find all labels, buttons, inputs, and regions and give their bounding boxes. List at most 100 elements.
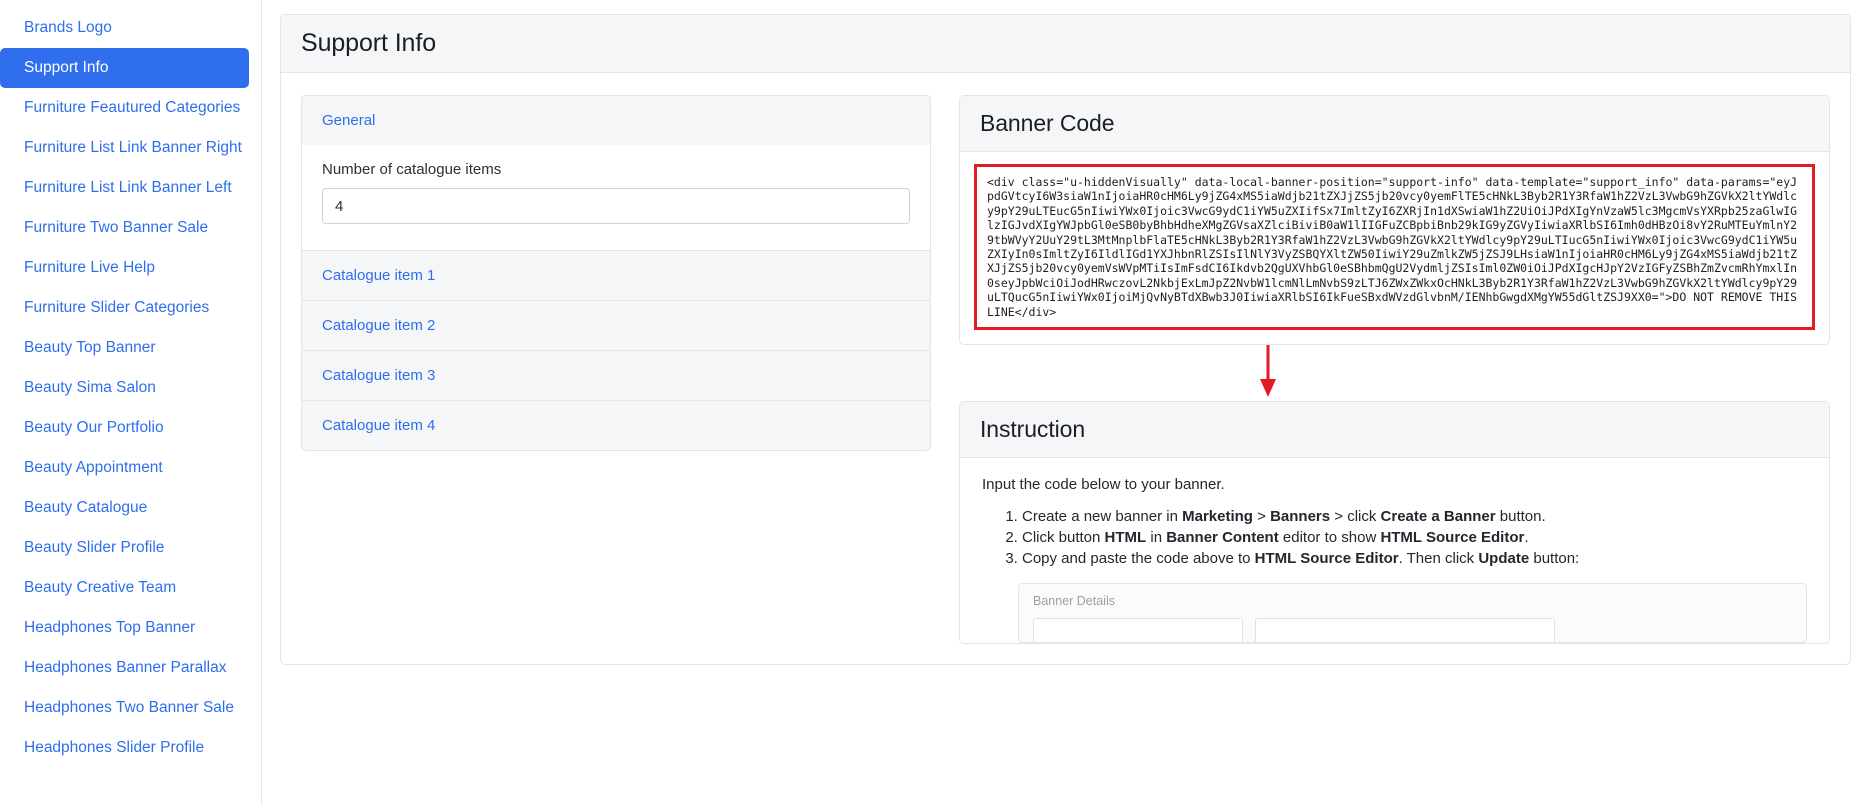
catalogue-items-label: Number of catalogue items (322, 161, 502, 178)
left-column: General Number of catalogue items Catalo… (301, 95, 947, 644)
banner-details-field-left[interactable] (1033, 618, 1243, 643)
sidebar-item-headphones-slider-profile[interactable]: Headphones Slider Profile (0, 728, 249, 768)
sidebar-item-label: Beauty Top Banner (24, 339, 156, 356)
support-info-card: Support Info General Number of catalogue… (280, 14, 1851, 666)
accordion-item-catalogue-1[interactable]: Catalogue item 1 (302, 250, 930, 300)
banner-code-body: <div class="u-hiddenVisually" data-local… (960, 152, 1829, 344)
instruction-steps-list: Create a new banner in Marketing > Banne… (982, 507, 1807, 569)
instruction-step-1: Create a new banner in Marketing > Banne… (1022, 507, 1807, 527)
sidebar-item-beauty-appointment[interactable]: Beauty Appointment (0, 448, 249, 488)
instruction-emphasis: Banners (1270, 508, 1331, 526)
sidebar-item-label: Furniture Live Help (24, 259, 155, 276)
instruction-body: Input the code below to your banner. Cre… (960, 458, 1829, 644)
instruction-text: Click button (1022, 529, 1105, 547)
sidebar-item-label: Beauty Creative Team (24, 579, 177, 596)
page-header: Support Info (281, 15, 1850, 73)
accordion-item-catalogue-2[interactable]: Catalogue item 2 (302, 300, 930, 350)
instruction-text: > (1252, 508, 1271, 526)
sidebar-item-brands-logo[interactable]: Brands Logo (0, 8, 249, 48)
sidebar-item-headphones-two-banner-sale[interactable]: Headphones Two Banner Sale (0, 688, 249, 728)
sidebar-item-beauty-catalogue[interactable]: Beauty Catalogue (0, 488, 249, 528)
instruction-emphasis: Create a Banner (1380, 508, 1496, 526)
banner-details-preview: Banner Details (1018, 583, 1807, 644)
card-body: General Number of catalogue items Catalo… (281, 73, 1850, 664)
sidebar-item-headphones-banner-parallax[interactable]: Headphones Banner Parallax (0, 648, 249, 688)
banner-code-text[interactable]: <div class="u-hiddenVisually" data-local… (987, 175, 1802, 319)
instruction-text: . (1524, 529, 1529, 547)
accordion-item-label: Catalogue item 1 (322, 267, 436, 284)
instruction-intro: Input the code below to your banner. (982, 476, 1225, 494)
accordion-item-catalogue-4[interactable]: Catalogue item 4 (302, 400, 930, 450)
sidebar-item-label: Beauty Catalogue (24, 499, 148, 516)
app-root: Brands Logo Support Info Furniture Feautur… (0, 0, 1867, 806)
sidebar-item-label: Beauty Sima Salon (24, 379, 156, 396)
instruction-emphasis: HTML (1104, 529, 1147, 547)
instruction-text: Create a new banner in (1022, 508, 1183, 526)
instruction-text: Copy and paste the code above to (1022, 550, 1255, 568)
page-title: Support Info (301, 29, 437, 57)
accordion-label-general: General (322, 112, 376, 129)
sidebar-item-label: Headphones Two Banner Sale (24, 699, 234, 716)
main-content: Support Info General Number of catalogue… (262, 0, 1867, 806)
banner-details-field-right[interactable] (1255, 618, 1555, 643)
accordion-item-catalogue-3[interactable]: Catalogue item 3 (302, 350, 930, 400)
sidebar-nav: Brands Logo Support Info Furniture Feautur… (0, 0, 262, 806)
banner-code-highlight-box: <div class="u-hiddenVisually" data-local… (974, 164, 1815, 331)
instruction-text: . Then click (1398, 550, 1479, 568)
sidebar-item-label: Beauty Appointment (24, 459, 163, 476)
sidebar-item-label: Headphones Slider Profile (24, 739, 205, 756)
sidebar-item-beauty-sima-salon[interactable]: Beauty Sima Salon (0, 368, 249, 408)
sidebar-item-headphones-top-banner[interactable]: Headphones Top Banner (0, 608, 249, 648)
instruction-step-2: Click button HTML in Banner Content edit… (1022, 528, 1807, 548)
sidebar-item-furniture-live-help[interactable]: Furniture Live Help (0, 248, 249, 288)
instruction-text: editor to show (1278, 529, 1381, 547)
banner-code-title: Banner Code (980, 110, 1115, 136)
sidebar-item-label: Furniture Feautured Categories (24, 99, 241, 116)
instruction-text: button: (1529, 550, 1580, 568)
accordion-item-label: Catalogue item 3 (322, 367, 436, 384)
two-column-layout: General Number of catalogue items Catalo… (301, 95, 1830, 645)
general-accordion: General Number of catalogue items Catalo… (301, 95, 931, 451)
sidebar-item-beauty-top-banner[interactable]: Beauty Top Banner (0, 328, 249, 368)
sidebar-item-furniture-list-link-banner-right[interactable]: Furniture List Link Banner Right (0, 128, 249, 168)
sidebar-item-label: Beauty Slider Profile (24, 539, 165, 556)
sidebar-item-furniture-feautured-categories[interactable]: Furniture Feautured Categories (0, 88, 249, 128)
banner-code-header: Banner Code (960, 96, 1829, 152)
down-arrow-icon (1260, 345, 1276, 398)
instruction-emphasis: Marketing (1182, 508, 1253, 526)
catalogue-items-input[interactable] (322, 188, 910, 224)
accordion-item-label: Catalogue item 2 (322, 317, 436, 334)
sidebar-item-support-info[interactable]: Support Info (0, 48, 249, 88)
general-accordion-body: Number of catalogue items (302, 145, 930, 250)
instruction-text: > click (1330, 508, 1381, 526)
instruction-title: Instruction (980, 416, 1086, 443)
sidebar-item-label: Headphones Top Banner (24, 619, 196, 636)
instruction-emphasis: Update (1478, 550, 1530, 568)
sidebar-item-beauty-slider-profile[interactable]: Beauty Slider Profile (0, 528, 249, 568)
instruction-step-3: Copy and paste the code above to HTML So… (1022, 549, 1807, 569)
right-column: Banner Code <div class="u-hiddenVisually… (947, 95, 1830, 645)
sidebar-item-beauty-creative-team[interactable]: Beauty Creative Team (0, 568, 249, 608)
banner-details-label: Banner Details (1033, 594, 1115, 609)
sidebar-item-label: Headphones Banner Parallax (24, 659, 227, 676)
sidebar-item-label: Furniture Two Banner Sale (24, 219, 209, 236)
sidebar-item-label: Furniture List Link Banner Left (24, 179, 232, 196)
instruction-emphasis: HTML Source Editor (1380, 529, 1525, 547)
sidebar-item-furniture-list-link-banner-left[interactable]: Furniture List Link Banner Left (0, 168, 249, 208)
instruction-text: in (1146, 529, 1167, 547)
sidebar-item-beauty-our-portfolio[interactable]: Beauty Our Portfolio (0, 408, 249, 448)
accordion-item-label: Catalogue item 4 (322, 417, 436, 434)
instruction-text: button. (1495, 508, 1546, 526)
sidebar-item-label: Support Info (24, 59, 109, 76)
instruction-emphasis: Banner Content (1166, 529, 1279, 547)
sidebar-item-label: Beauty Our Portfolio (24, 419, 164, 436)
sidebar-item-label: Furniture Slider Categories (24, 299, 210, 316)
sidebar-item-furniture-slider-categories[interactable]: Furniture Slider Categories (0, 288, 249, 328)
instruction-card: Instruction Input the code below to your… (959, 401, 1830, 645)
instruction-emphasis: HTML Source Editor (1254, 550, 1399, 568)
arrow-annotation-zone (959, 345, 1830, 401)
banner-code-card: Banner Code <div class="u-hiddenVisually… (959, 95, 1830, 346)
sidebar-item-furniture-two-banner-sale[interactable]: Furniture Two Banner Sale (0, 208, 249, 248)
banner-details-fields (1033, 618, 1792, 643)
accordion-header-general[interactable]: General (302, 96, 930, 145)
